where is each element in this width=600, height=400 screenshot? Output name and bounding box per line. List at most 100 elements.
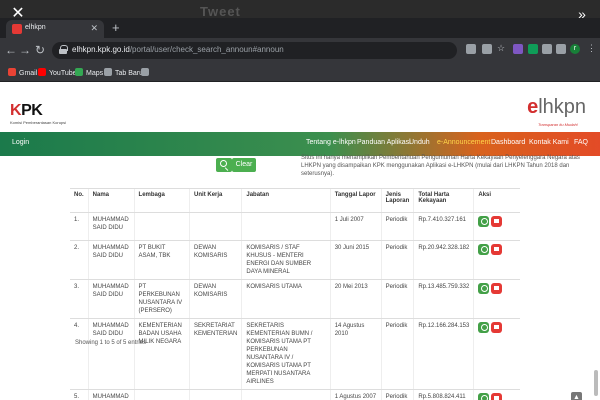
table-cell: 1 Agustus 2007 [329,389,382,400]
table-cell: Rp.13.485.759.332 [413,279,474,319]
view-icon[interactable] [478,216,490,227]
table-cell: DEWAN KOMISARIS [189,279,242,319]
table-cell [133,389,190,400]
view-icon[interactable] [478,393,490,400]
tab-close-icon[interactable]: ✕ [90,23,98,34]
announcement-icon[interactable] [491,244,503,255]
kpk-logo-subtitle: Komisi Pemberantasan Korupsi [10,120,67,125]
announcement-icon[interactable] [491,322,503,333]
table-cell: 20 Mei 2013 [329,279,382,319]
avatar[interactable]: r [570,44,580,54]
table-cell: 3. [70,279,89,319]
puzzle-icon[interactable] [556,44,566,54]
table-cell: KEMENTERIAN BADAN USAHA MILIK NEGARA [133,318,190,390]
table-header-row: No. Nama Lembaga Unit Kerja Jabatan Tang… [70,188,520,213]
new-tab-button[interactable]: + [112,20,120,36]
nav-login[interactable]: Login [12,139,29,146]
action-cell [473,279,520,319]
globe-icon [141,68,149,76]
table-cell [133,212,190,241]
table-cell: PT BUKIT ASAM, TBK [133,240,190,280]
table-cell [189,389,242,400]
scroll-to-top-button[interactable]: ▲ [571,392,582,400]
url-text: elhkpn.kpk.go.id/portal/user/check_searc… [72,45,284,54]
action-cell [473,318,520,390]
clear-button[interactable]: Clear [232,158,256,172]
screenshot-stage: { "overlay": { "close_glyph": "✕", "forw… [0,0,600,400]
table-cell: 1. [70,212,89,241]
table-cell: Periodik [380,389,414,400]
translate-icon[interactable] [466,44,476,54]
table-cell: Periodik [380,318,414,390]
column-header: Aksi [473,188,520,213]
browser-window: elhkpn ✕ + ← → ↻ elhkpn.kpk.go.id/portal… [0,18,600,400]
extension-icon[interactable] [542,44,552,54]
table-cell: SEKRETARIS KEMENTERIAN BUMN / KOMISARIS … [241,318,331,390]
scrollbar-thumb[interactable] [594,370,598,396]
search-button[interactable] [216,158,232,172]
table-cell: 14 Agustus 2010 [329,318,382,390]
tab-elhkpn[interactable]: elhkpn ✕ [6,20,104,38]
table-cell: MUHAMMAD SAID DIDU [87,279,135,319]
table-cell: SEKRETARIAT KEMENTERIAN [189,318,242,390]
bookmark-star-icon[interactable]: ☆ [497,43,505,54]
view-icon[interactable] [478,244,490,255]
column-header: Total Harta Kekayaan [413,188,474,213]
table-cell: Rp.12.166.284.153 [413,318,474,390]
view-icon[interactable] [478,283,490,294]
table-cell: Rp.20.942.328.182 [413,240,474,280]
nav-dashboard[interactable]: Dashboard [491,139,525,146]
back-icon[interactable]: ← [4,43,18,57]
bookmark-youtube[interactable]: YouTube [38,68,77,77]
view-icon[interactable] [478,322,490,333]
table-cell: KOMISARIS UTAMA [241,279,331,319]
nav-kontak[interactable]: Kontak Kami [529,139,569,146]
elhkpn-logo[interactable]: elhkpn [527,96,586,119]
nav-e-announcement[interactable]: e-Announcement [437,139,490,146]
extension-icon[interactable] [528,44,538,54]
address-bar[interactable]: elhkpn.kpk.go.id/portal/user/check_searc… [52,42,457,59]
bookmark-gmail[interactable]: Gmail [8,68,37,77]
table-cell: Rp.5.808.824.411 [413,389,474,400]
maps-icon [75,68,83,76]
table-cell: 1 Juli 2007 [329,212,382,241]
table-cell: KOMISARIS / STAF KHUSUS - MENTERI ENERGI… [241,240,331,280]
column-header: Jabatan [241,188,331,213]
table-cell: 30 Juni 2015 [329,240,382,280]
table-cell: 2. [70,240,89,280]
extension-icon[interactable] [513,44,523,54]
table-cell [241,389,331,400]
main-navbar: Login Tentang e-lhkpn Panduan Aplikasi U… [0,132,600,156]
kpk-logo[interactable]: KPK [10,102,43,120]
table-info-text: Showing 1 to 5 of 5 entries [75,340,147,346]
table-cell [241,212,331,241]
bookmark-extra[interactable] [141,68,152,77]
share-icon[interactable] [482,44,492,54]
nav-unduh[interactable]: Unduh [409,139,430,146]
table-row: 2. MUHAMMAD SAID DIDU PT BUKIT ASAM, TBK… [70,240,520,280]
announcement-icon[interactable] [491,393,503,400]
bookmark-maps[interactable]: Maps [75,68,103,77]
table-cell: MUHAMMAD SAID DIDU [87,212,135,241]
forward-nav-icon[interactable]: → [18,43,32,57]
table-cell: Periodik [380,212,414,241]
nav-panduan[interactable]: Panduan Aplikasi [357,139,411,146]
table-row: 4. MUHAMMAD SAID DIDU KEMENTERIAN BADAN … [70,318,520,390]
reload-icon[interactable]: ↻ [33,43,47,57]
menu-kebab-icon[interactable]: ⋮ [587,43,596,54]
action-cell [473,240,520,280]
tab-title: elhkpn [25,24,46,31]
table-row: 3. MUHAMMAD SAID DIDU PT PERKEBUNAN NUSA… [70,279,520,319]
nav-faq[interactable]: FAQ [574,139,588,146]
announcement-icon[interactable] [491,283,503,294]
table-cell: DEWAN KOMISARIS [189,240,242,280]
table-row: 1. MUHAMMAD SAID DIDU 1 Juli 2007 Period… [70,212,520,241]
column-header: Jenis Laporan [380,188,414,213]
page-content: KPK Komisi Pemberantasan Korupsi elhkpn … [0,82,600,400]
action-cell [473,212,520,241]
table-cell: PT PERKEBUNAN NUSANTARA IV (PERSERO) [133,279,190,319]
nav-tentang[interactable]: Tentang e-lhkpn [306,139,356,146]
bookmark-tab-baru[interactable]: Tab Baru [104,68,143,77]
announcement-icon[interactable] [491,216,503,227]
browser-toolbar: ← → ↻ elhkpn.kpk.go.id/portal/user/check… [0,38,600,64]
